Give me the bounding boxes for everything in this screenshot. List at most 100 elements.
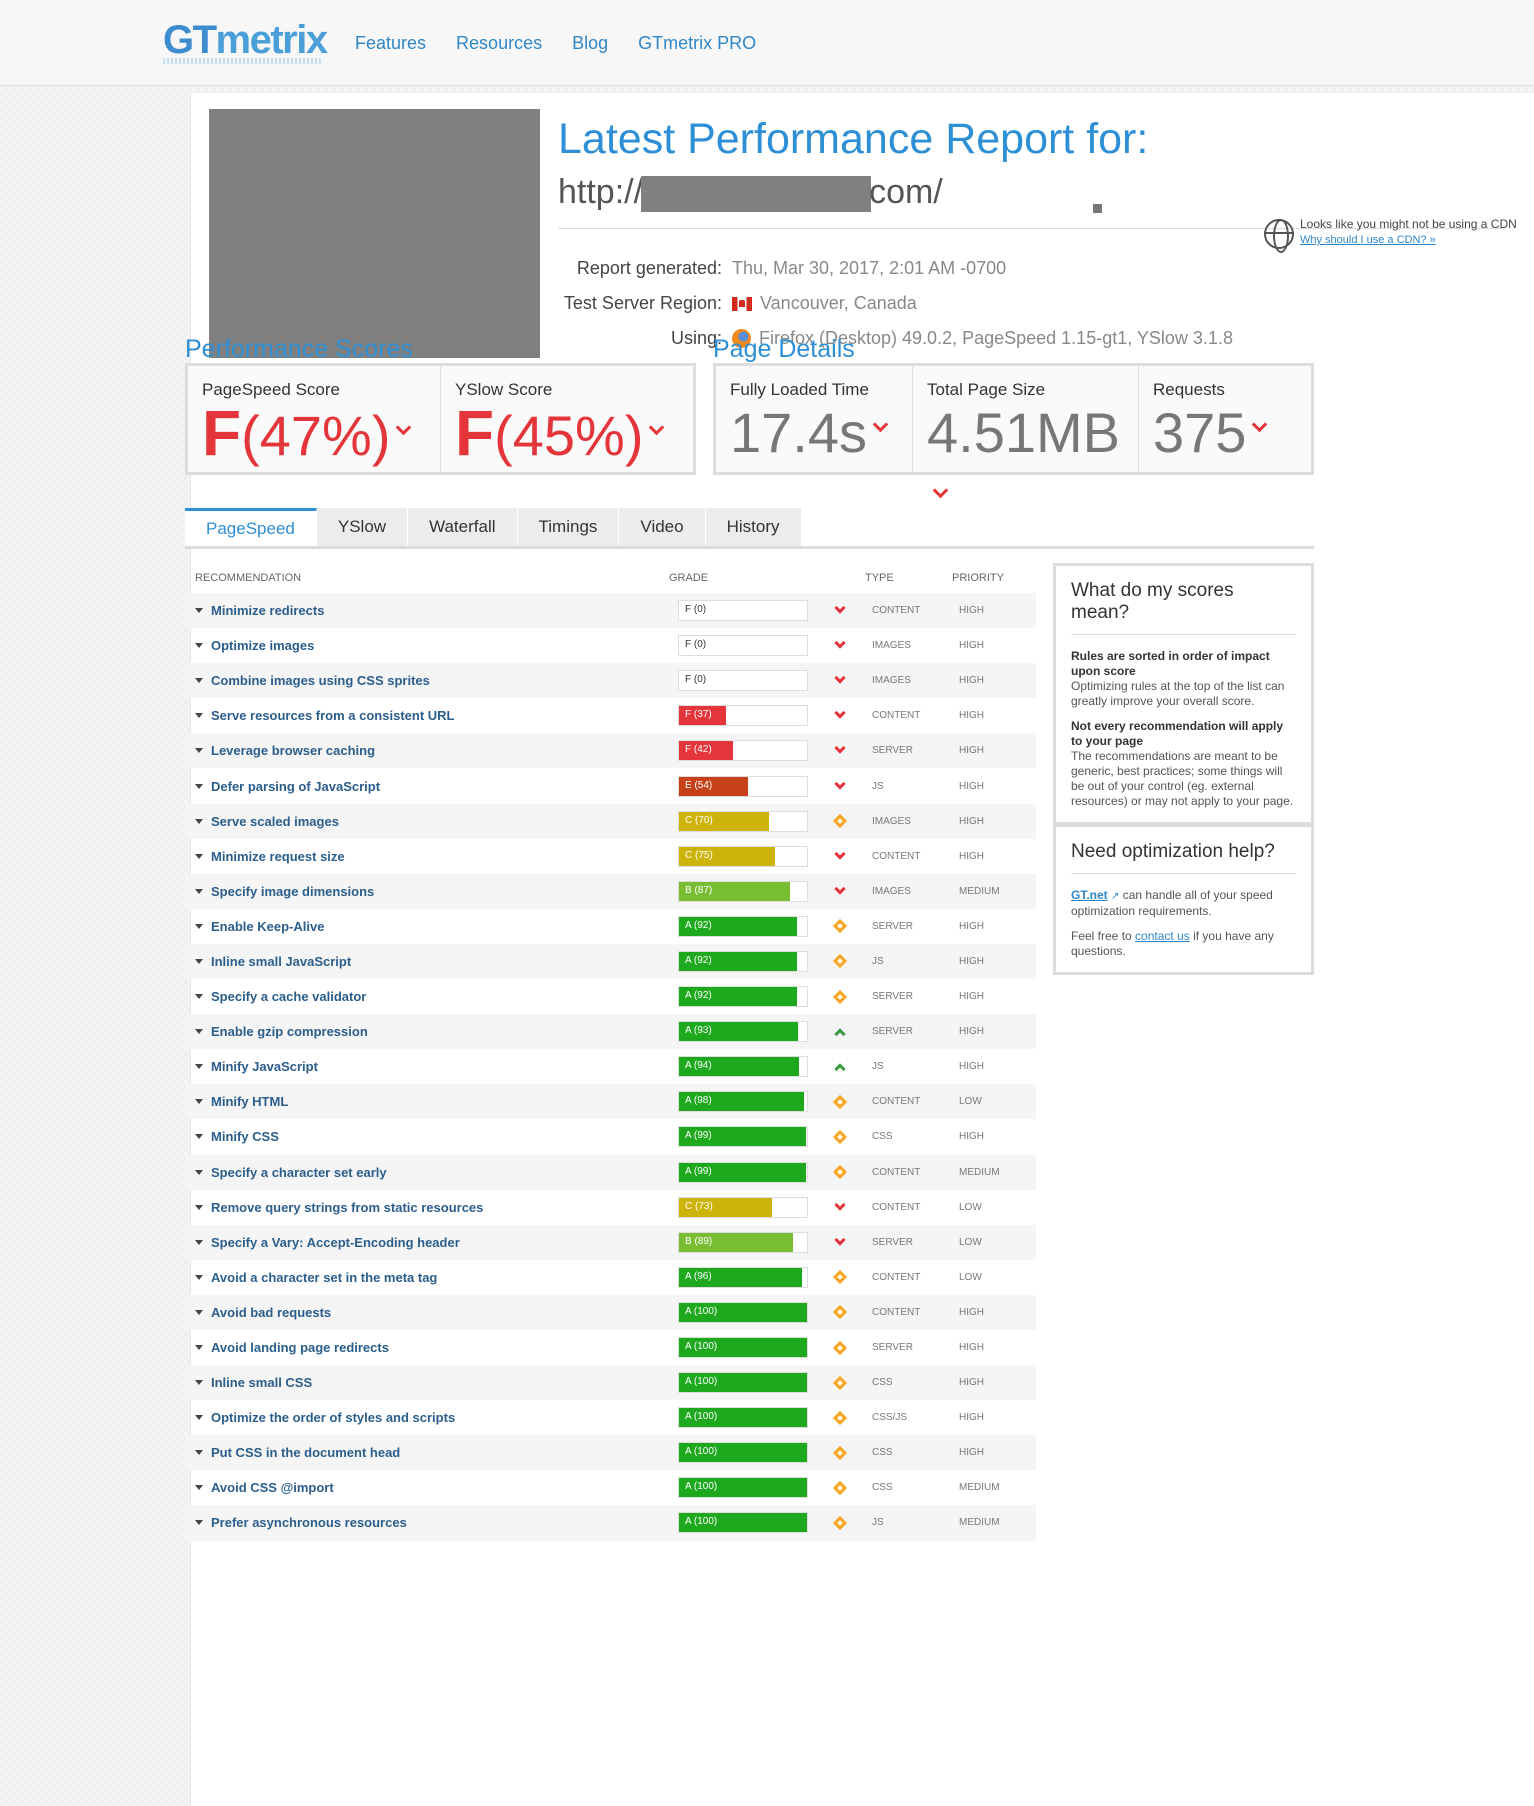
priority-value: LOW <box>959 1236 982 1248</box>
table-row[interactable]: Serve scaled images C (70) IMAGES HIGH <box>185 803 1036 839</box>
cdn-text-wrap: Looks like you might not be using a CDN … <box>1300 217 1517 248</box>
table-row[interactable]: Inline small JavaScript A (92) JS HIGH <box>185 943 1036 980</box>
recommendation-name[interactable]: Avoid landing page redirects <box>185 1340 678 1355</box>
header-priority: PRIORITY <box>952 572 1004 584</box>
total-page-size-cell[interactable]: Total Page Size 4.51MB <box>913 366 1139 499</box>
recommendation-name[interactable]: Avoid bad requests <box>185 1305 678 1320</box>
trend-indicator <box>808 1234 872 1246</box>
table-row[interactable]: Minify CSS A (99) CSS HIGH <box>185 1119 1036 1154</box>
recommendation-name[interactable]: Defer parsing of JavaScript <box>185 779 678 794</box>
expand-triangle-icon <box>195 1064 203 1070</box>
table-row[interactable]: Minify JavaScript A (94) JS HIGH <box>185 1049 1036 1084</box>
recommendation-name[interactable]: Serve scaled images <box>185 814 678 829</box>
trend-indicator <box>808 1340 872 1355</box>
table-row[interactable]: Inline small CSS A (100) CSS HIGH <box>185 1365 1036 1401</box>
recommendation-name[interactable]: Enable gzip compression <box>185 1024 678 1039</box>
recommendation-name[interactable]: Leverage browser caching <box>185 743 678 758</box>
table-row[interactable]: Avoid CSS @import A (100) CSS MEDIUM <box>185 1470 1036 1505</box>
recommendation-name[interactable]: Remove query strings from static resourc… <box>185 1200 678 1215</box>
fully-loaded-time-cell[interactable]: Fully Loaded Time 17.4s <box>716 366 913 472</box>
recommendation-name[interactable]: Specify a Vary: Accept-Encoding header <box>185 1235 678 1250</box>
expand-triangle-icon <box>195 818 203 824</box>
priority-value: LOW <box>959 1271 982 1283</box>
recommendation-name[interactable]: Optimize images <box>185 638 678 653</box>
tab-yslow[interactable]: YSlow <box>316 508 409 546</box>
recommendation-name[interactable]: Inline small JavaScript <box>185 954 678 969</box>
tab-history[interactable]: History <box>705 508 802 546</box>
tab-video[interactable]: Video <box>619 508 706 546</box>
recommendation-label: Avoid CSS @import <box>211 1480 334 1496</box>
trend-indicator <box>808 707 872 719</box>
nav-blog[interactable]: Blog <box>572 33 608 54</box>
nav-features[interactable]: Features <box>355 33 426 54</box>
nav-gtmetrix-pro[interactable]: GTmetrix PRO <box>638 33 756 54</box>
table-row[interactable]: Specify image dimensions B (87) IMAGES MEDI… <box>185 873 1036 909</box>
type-value: CSS <box>872 1482 893 1494</box>
trend-indicator <box>808 1060 872 1075</box>
recommendation-name[interactable]: Minify HTML <box>185 1094 678 1109</box>
table-row[interactable]: Serve resources from a consistent URL F (… <box>185 698 1036 733</box>
recommendation-name[interactable]: Avoid a character set in the meta tag <box>185 1270 678 1285</box>
recommendation-name[interactable]: Optimize the order of styles and scripts <box>185 1410 678 1425</box>
recommendation-name[interactable]: Specify a character set early <box>185 1165 678 1180</box>
table-row[interactable]: Specify a cache validator A (92) SERVER HIG… <box>185 979 1036 1014</box>
tab-timings[interactable]: Timings <box>517 508 620 546</box>
table-row[interactable]: Enable Keep-Alive A (92) SERVER HIGH <box>185 909 1036 944</box>
nav-resources[interactable]: Resources <box>456 33 542 54</box>
recommendation-name[interactable]: Serve resources from a consistent URL <box>185 708 678 723</box>
tab-waterfall[interactable]: Waterfall <box>408 508 518 546</box>
recommendation-name[interactable]: Enable Keep-Alive <box>185 919 678 934</box>
recommendation-name[interactable]: Minimize request size <box>185 849 678 864</box>
recommendation-name[interactable]: Inline small CSS <box>185 1375 678 1390</box>
table-row[interactable]: Specify a character set early A (99) CONTE… <box>185 1154 1036 1190</box>
requests-cell[interactable]: Requests 375 <box>1139 366 1311 472</box>
expand-triangle-icon <box>195 1520 203 1526</box>
table-row[interactable]: Avoid landing page redirects A (100) SERVE… <box>185 1330 1036 1365</box>
cdn-link[interactable]: Why should I use a CDN? » <box>1300 234 1436 246</box>
table-row[interactable]: Avoid a character set in the meta tag A (… <box>185 1260 1036 1295</box>
total-page-size-value-wrap: 4.51MB <box>927 400 1124 532</box>
recommendation-name[interactable]: Put CSS in the document head <box>185 1445 678 1460</box>
table-row[interactable]: Optimize the order of styles and scripts… <box>185 1400 1036 1435</box>
grade-bar: C (73) <box>678 1196 808 1218</box>
table-row[interactable]: Prefer asynchronous resources A (100) JS ME… <box>185 1505 1036 1541</box>
recommendation-name[interactable]: Minimize redirects <box>185 603 678 618</box>
priority-value: HIGH <box>959 1061 984 1073</box>
trend-indicator <box>808 1480 872 1495</box>
recommendation-name[interactable]: Prefer asynchronous resources <box>185 1515 678 1530</box>
table-row[interactable]: Enable gzip compression A (93) SERVER HIGH <box>185 1014 1036 1050</box>
gtnet-link[interactable]: GT.net <box>1071 888 1108 902</box>
gtmetrix-logo[interactable]: GTmetrix <box>163 18 328 63</box>
tab-pagespeed[interactable]: PageSpeed <box>185 508 317 546</box>
table-row[interactable]: Remove query strings from static resourc… <box>185 1190 1036 1225</box>
yslow-score-cell[interactable]: YSlow Score F(45%) <box>441 366 693 472</box>
type-value: CSS <box>872 1131 893 1143</box>
table-row[interactable]: Combine images using CSS sprites F (0) IMA… <box>185 663 1036 699</box>
recommendation-name[interactable]: Combine images using CSS sprites <box>185 673 678 688</box>
recommendation-name[interactable]: Avoid CSS @import <box>185 1480 678 1495</box>
table-row[interactable]: Specify a Vary: Accept-Encoding header B … <box>185 1224 1036 1260</box>
diamond-icon <box>832 1129 848 1145</box>
pagespeed-score-cell[interactable]: PageSpeed Score F(47%) <box>188 366 441 472</box>
recommendation-name[interactable]: Specify a cache validator <box>185 989 678 1004</box>
table-row[interactable]: Avoid bad requests A (100) CONTENT HIGH <box>185 1294 1036 1330</box>
url-prefix: http:// <box>558 173 644 211</box>
table-row[interactable]: Defer parsing of JavaScript E (54) JS HIGH <box>185 768 1036 803</box>
recommendation-name[interactable]: Specify image dimensions <box>185 884 678 899</box>
type-value: CONTENT <box>872 1096 921 1108</box>
table-row[interactable]: Minimize request size C (75) CONTENT HIGH <box>185 839 1036 874</box>
trend-indicator <box>808 954 872 969</box>
header-grade: GRADE <box>669 572 709 584</box>
table-row[interactable]: Minimize redirects F (0) CONTENT HIGH <box>185 593 1036 629</box>
pagespeed-pct: (47%) <box>241 404 391 467</box>
table-row[interactable]: Minify HTML A (98) CONTENT LOW <box>185 1084 1036 1120</box>
priority-value: MEDIUM <box>959 1166 1000 1178</box>
recommendation-label: Prefer asynchronous resources <box>211 1515 407 1531</box>
contact-us-link[interactable]: contact us <box>1135 929 1190 943</box>
type-value: CONTENT <box>872 850 921 862</box>
table-row[interactable]: Leverage browser caching F (42) SERVER HIGH <box>185 733 1036 769</box>
table-row[interactable]: Put CSS in the document head A (100) CSS HI… <box>185 1435 1036 1471</box>
recommendation-name[interactable]: Minify CSS <box>185 1129 678 1144</box>
table-row[interactable]: Optimize images F (0) IMAGES HIGH <box>185 628 1036 663</box>
recommendation-name[interactable]: Minify JavaScript <box>185 1059 678 1074</box>
